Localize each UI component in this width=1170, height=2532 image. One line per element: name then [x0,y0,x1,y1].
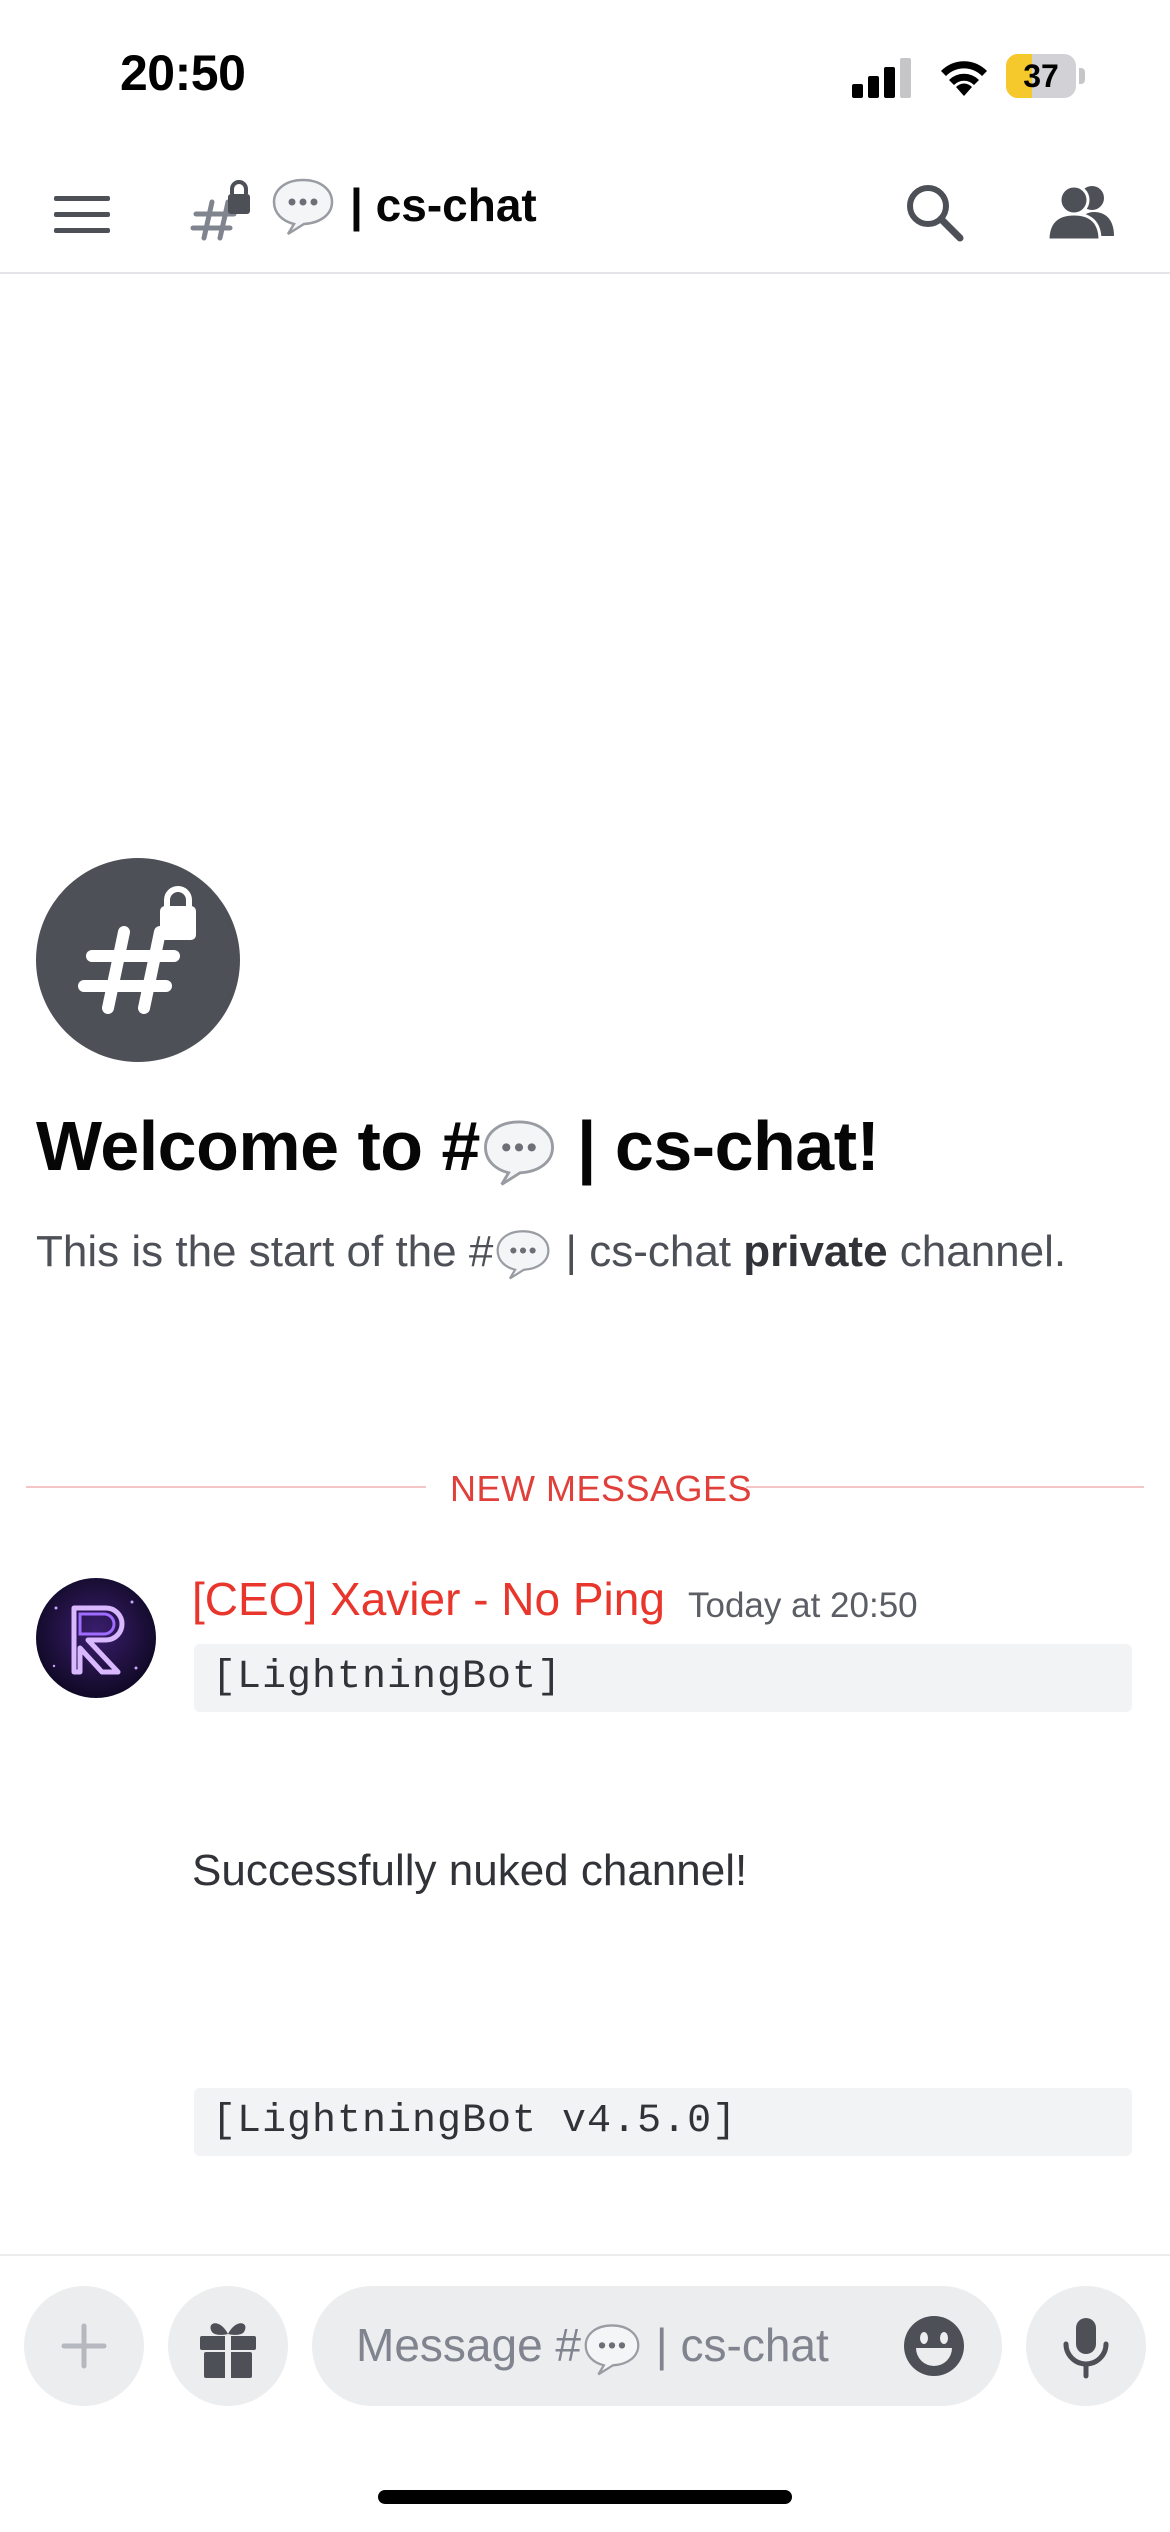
channel-title[interactable]: | cs-chat [350,178,537,232]
welcome-title-prefix: Welcome to # [36,1107,480,1185]
speech-bubble-icon [272,178,334,236]
message-input[interactable]: Message # | cs-chat [312,2286,1002,2406]
microphone-icon [1063,2318,1109,2379]
channel-avatar [36,858,240,1062]
speech-bubble-icon [584,2324,640,2376]
welcome-sub-prefix: This is the start of the # [36,1227,494,1276]
message-timestamp: Today at 20:50 [688,1586,918,1625]
gift-icon [200,2323,256,2378]
welcome-sub-middle: | cs-chat [553,1227,744,1276]
status-time: 20:50 [120,45,246,101]
search-icon[interactable] [900,178,970,248]
gift-button[interactable] [168,2286,288,2406]
welcome-title-suffix: | cs-chat! [557,1107,880,1185]
hamburger-menu-icon[interactable] [52,190,112,240]
add-attachment-button[interactable] [24,2286,144,2406]
welcome-sub-suffix: channel. [887,1227,1067,1276]
welcome-title: Welcome to # | cs-chat! [36,1106,880,1189]
home-indicator[interactable] [378,2490,792,2504]
placeholder-prefix: Message # [356,2319,582,2371]
message-author[interactable]: [CEO] Xavier - No Ping [192,1572,665,1626]
placeholder-suffix: | cs-chat [643,2319,829,2371]
plus-icon [61,2323,107,2369]
user-avatar-image [36,1578,156,1698]
message-text: Successfully nuked channel! [192,1846,748,1895]
code-block: [LightningBot] [194,1644,1132,1712]
welcome-subtitle: This is the start of the # | cs-chat pri… [36,1220,1096,1284]
divider-line-left [26,1486,426,1488]
message-composer: Message # | cs-chat [0,2254,1170,2406]
message-placeholder: Message # | cs-chat [356,2318,829,2378]
voice-message-button[interactable] [1026,2286,1146,2406]
cellular-signal-icon [852,58,911,98]
members-icon[interactable] [1040,178,1120,248]
channel-header: | cs-chat [0,160,1170,274]
new-messages-label: NEW MESSAGES [450,1468,753,1509]
code-block: [LightningBot v4.5.0] [194,2088,1132,2156]
divider-line-right [746,1486,1144,1488]
welcome-sub-bold: private [743,1227,888,1276]
wifi-icon [941,61,987,96]
locked-channel-icon [78,886,196,1014]
avatar[interactable] [36,1578,156,1698]
battery-percent: 37 [1023,58,1059,94]
battery-indicator: 37 [1006,54,1090,98]
speech-bubble-icon [496,1230,550,1280]
emoji-icon[interactable] [902,2314,966,2378]
speech-bubble-icon [483,1120,554,1186]
locked-channel-icon [190,180,250,241]
